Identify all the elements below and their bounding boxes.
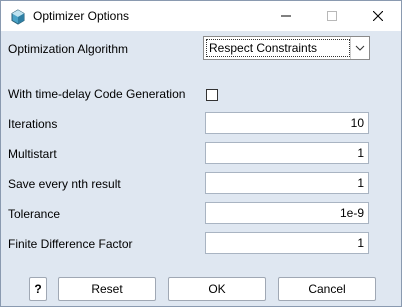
iterations-field[interactable]: 10 — [205, 112, 369, 134]
algorithm-label: Optimization Algorithm — [8, 42, 129, 56]
multistart-label: Multistart — [8, 147, 57, 161]
tolerance-label: Tolerance — [8, 207, 61, 221]
cancel-button[interactable]: Cancel — [278, 277, 376, 301]
fdf-field[interactable]: 1 — [205, 232, 369, 254]
help-button[interactable]: ? — [29, 277, 47, 301]
title-bar[interactable]: Optimizer Options — [1, 1, 401, 31]
reset-button[interactable]: Reset — [58, 277, 156, 301]
multistart-field[interactable]: 1 — [205, 142, 369, 164]
minimize-button[interactable] — [263, 1, 309, 31]
iterations-label: Iterations — [8, 117, 58, 131]
chevron-down-icon[interactable] — [350, 37, 369, 59]
minimize-icon — [281, 15, 291, 17]
fdf-label: Finite Difference Factor — [8, 237, 133, 251]
maximize-icon — [327, 11, 337, 21]
algorithm-value: Respect Constraints — [209, 41, 318, 55]
close-button[interactable] — [355, 1, 401, 31]
time-delay-label: With time-delay Code Generation — [8, 87, 186, 101]
tolerance-field[interactable]: 1e-9 — [205, 202, 369, 224]
time-delay-checkbox[interactable] — [206, 89, 218, 101]
ok-button[interactable]: OK — [168, 277, 266, 301]
close-icon — [373, 11, 383, 21]
window-title: Optimizer Options — [33, 9, 130, 23]
optimizer-app-icon — [10, 9, 26, 25]
maximize-button — [309, 1, 355, 31]
save-nth-label: Save every nth result — [8, 177, 121, 191]
save-nth-field[interactable]: 1 — [205, 172, 369, 194]
algorithm-select[interactable]: Respect Constraints — [203, 36, 370, 60]
optimizer-options-dialog: Optimizer Options Optimization Algorithm… — [0, 0, 402, 307]
